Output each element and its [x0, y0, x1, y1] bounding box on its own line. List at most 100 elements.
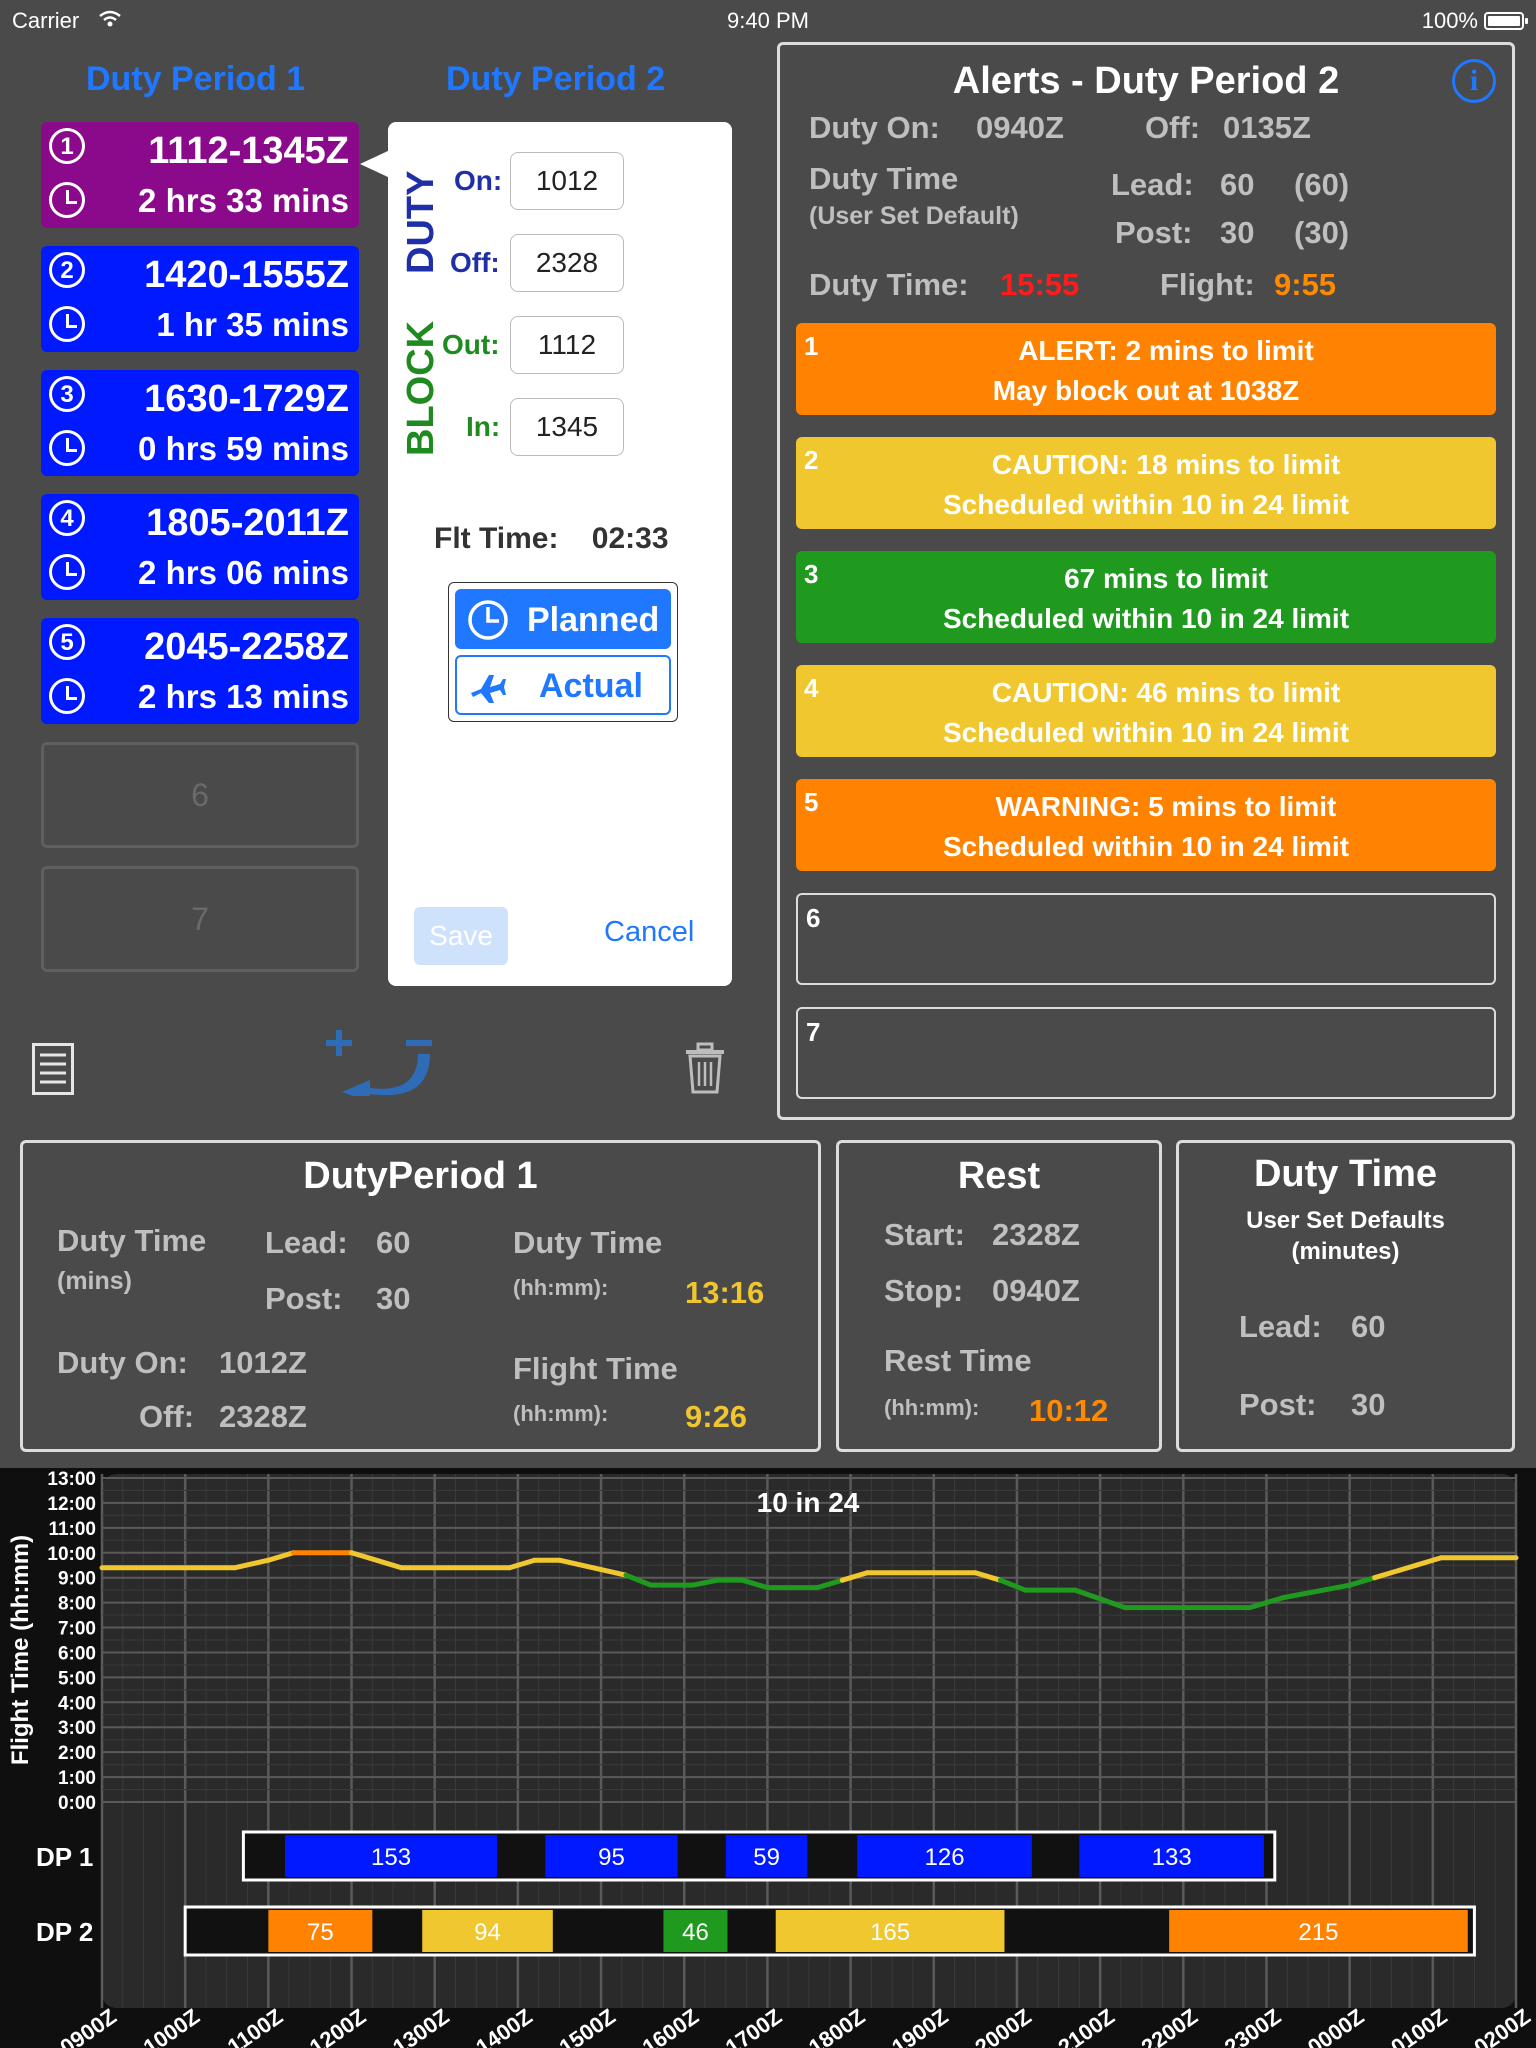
x-tick-label: 1200Z	[305, 2004, 370, 2048]
flt-time-value: 02:33	[591, 522, 669, 555]
block-in-input[interactable]: 1345	[510, 398, 624, 456]
y-tick-label: 8:00	[58, 1594, 96, 1615]
duty-on-input[interactable]: 1012	[510, 152, 624, 210]
duty-off-input[interactable]: 2328	[510, 234, 624, 292]
dp-block-value: 215	[1298, 1919, 1338, 1946]
block-out-input[interactable]: 1112	[510, 316, 624, 374]
status-bar: Carrier 9:40 PM 100%	[0, 0, 1536, 40]
post-value: 30	[376, 1281, 411, 1316]
duty-period-2-tab[interactable]: Duty Period 2	[446, 60, 665, 99]
y-tick-label: 13:00	[47, 1469, 96, 1490]
user-set-default-label: (User Set Default)	[809, 202, 1019, 230]
alert-line-2: May block out at 1038Z	[992, 375, 1300, 406]
y-tick-label: 7:00	[58, 1619, 96, 1640]
alerts-title: Alerts - Duty Period 2	[952, 60, 1340, 102]
lead-value: 60	[1220, 167, 1255, 202]
x-tick-label: 0200Z	[1469, 2004, 1534, 2048]
off-label: Off:	[450, 247, 500, 278]
x-tick-label: 1600Z	[638, 2004, 703, 2048]
leg-duration: 2 hrs 13 mins	[138, 678, 349, 715]
alert-number: 5	[804, 787, 819, 817]
flight-time-readout: Flt Time: 02:33	[434, 522, 669, 556]
flight-leg-1[interactable]: 1 1112-1345Z 2 hrs 33 mins	[41, 122, 359, 228]
x-tick-label: 0900Z	[55, 2004, 120, 2048]
flight-leg-3[interactable]: 3 1630-1729Z 0 hrs 59 mins	[41, 370, 359, 476]
add-remove-icon[interactable]	[318, 1024, 442, 1096]
chart-title: 10 in 24	[757, 1487, 860, 1518]
clock-icon	[49, 554, 85, 590]
post-label: Post:	[1239, 1387, 1317, 1422]
actual-button[interactable]: Actual	[455, 655, 671, 715]
flight-leg-6-empty[interactable]: 6	[41, 742, 359, 848]
planned-actual-segment: Planned Actual	[448, 582, 678, 722]
y-tick-label: 4:00	[58, 1693, 96, 1714]
trash-icon[interactable]	[684, 1042, 726, 1094]
duty-time-defaults: Duty Time User Set Defaults (minutes) Le…	[1176, 1140, 1515, 1452]
info-icon[interactable]: i	[1452, 59, 1496, 103]
alert-item-7[interactable]: 7	[796, 1007, 1496, 1099]
off-label: Off:	[1145, 110, 1201, 145]
y-tick-label: 3:00	[58, 1718, 96, 1739]
battery-icon	[1484, 12, 1528, 30]
duty-on-value: 1012Z	[219, 1345, 307, 1380]
defaults-subtitle: User Set Defaults	[1246, 1207, 1445, 1234]
alert-line-2: Scheduled within 10 in 24 limit	[942, 831, 1350, 862]
off-value: 2328Z	[219, 1399, 307, 1434]
leg-duration: 2 hrs 06 mins	[138, 554, 349, 591]
planned-button[interactable]: Planned	[455, 589, 671, 649]
alert-item-5[interactable]: 5 WARNING: 5 mins to limit Scheduled wit…	[796, 779, 1496, 871]
cancel-button[interactable]: Cancel	[604, 916, 694, 949]
alert-item-4[interactable]: 4 CAUTION: 46 mins to limit Scheduled wi…	[796, 665, 1496, 757]
x-tick-label: 2300Z	[1220, 2004, 1285, 2048]
dp-block-value: 165	[870, 1919, 910, 1946]
x-tick-label: 1700Z	[721, 2004, 786, 2048]
y-tick-label: 10:00	[47, 1544, 96, 1565]
flight-time-value: 9:26	[685, 1399, 748, 1434]
x-tick-label: 1800Z	[804, 2004, 869, 2048]
leg-number: 4	[49, 500, 85, 536]
y-axis-label: Flight Time (hh:mm)	[7, 1535, 34, 1765]
duty-period-1-tab[interactable]: Duty Period 1	[86, 60, 305, 99]
flight-leg-4[interactable]: 4 1805-2011Z 2 hrs 06 mins	[41, 494, 359, 600]
alert-line-1: CAUTION: 46 mins to limit	[991, 677, 1341, 708]
leg-duration: 0 hrs 59 mins	[138, 430, 349, 467]
lead-label: Lead:	[1111, 167, 1194, 202]
dp-block-value: 95	[598, 1844, 625, 1871]
alert-item-6[interactable]: 6	[796, 893, 1496, 985]
duty-time-total-value: 15:55	[1000, 267, 1080, 302]
clock-icon	[468, 600, 508, 640]
stop-value: 0940Z	[992, 1273, 1080, 1308]
alert-item-3[interactable]: 3 67 mins to limit Scheduled within 10 i…	[796, 551, 1496, 643]
x-tick-label: 1400Z	[471, 2004, 536, 2048]
flt-time-label: Flt Time:	[434, 522, 559, 555]
alert-number: 1	[804, 331, 819, 361]
save-button[interactable]: Save	[414, 907, 508, 965]
list-icon[interactable]	[32, 1043, 74, 1095]
leg-time-range: 2045-2258Z	[144, 626, 349, 668]
flight-leg-5[interactable]: 5 2045-2258Z 2 hrs 13 mins	[41, 618, 359, 724]
flight-time-label: Flight Time	[513, 1351, 678, 1386]
alert-line-1: WARNING: 5 mins to limit	[995, 791, 1337, 822]
alert-number: 4	[804, 673, 819, 703]
hhmm-label: (hh:mm):	[884, 1395, 980, 1420]
leg-time-range: 1805-2011Z	[146, 502, 349, 544]
duty-on-value: 0940Z	[976, 110, 1064, 145]
leg-number: 5	[49, 624, 85, 660]
popover-arrow	[360, 150, 390, 178]
x-tick-label: 2000Z	[970, 2004, 1035, 2048]
flight-leg-7-empty[interactable]: 7	[41, 866, 359, 972]
lead-label: Lead:	[265, 1225, 348, 1260]
dp-row-label: DP 1	[36, 1842, 93, 1872]
rest-time-value: 10:12	[1029, 1393, 1109, 1428]
x-tick-label: 2100Z	[1054, 2004, 1119, 2048]
leg-number: 7	[191, 901, 209, 937]
alerts-panel: Alerts - Duty Period 2 i Duty On: 0940Z …	[777, 42, 1515, 1120]
alert-line-1: ALERT: 2 mins to limit	[1018, 335, 1314, 366]
flight-leg-2[interactable]: 2 1420-1555Z 1 hr 35 mins	[41, 246, 359, 352]
x-tick-label: 1100Z	[223, 2004, 287, 2048]
duty-time-total-label: Duty Time:	[809, 267, 969, 302]
leg-duration: 1 hr 35 mins	[156, 306, 349, 343]
alert-item-2[interactable]: 2 CAUTION: 18 mins to limit Scheduled wi…	[796, 437, 1496, 529]
alert-item-1[interactable]: 1 ALERT: 2 mins to limit May block out a…	[796, 323, 1496, 415]
y-tick-label: 2:00	[58, 1743, 96, 1764]
